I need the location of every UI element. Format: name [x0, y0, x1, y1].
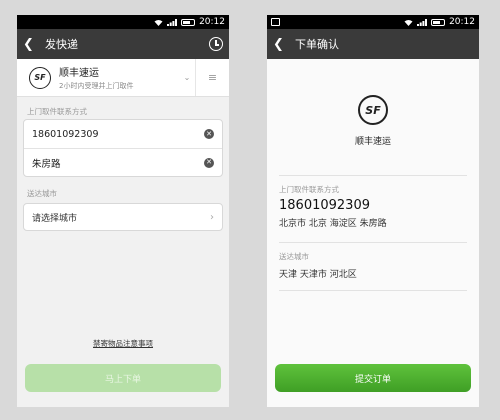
- courier-selector[interactable]: SF 顺丰速运 2小时内受理并上门取件 ⌄ ≡: [17, 59, 229, 97]
- page-title: 下单确认: [295, 38, 339, 51]
- status-bar: 20:12: [267, 15, 479, 29]
- address-field[interactable]: 朱房路 ✕: [24, 148, 222, 176]
- back-icon[interactable]: ❮: [23, 37, 37, 52]
- prohibited-items-link[interactable]: 禁寄物品注意事项: [17, 338, 229, 349]
- title-bar: ❮ 下单确认: [267, 29, 479, 59]
- divider: [279, 242, 467, 243]
- sf-logo-icon: SF: [29, 66, 51, 89]
- send-express-screen: 20:12 ❮ 发快递 SF 顺丰速运 2小时内受理并上门取件 ⌄ ≡ 上门取件…: [17, 15, 229, 407]
- courier-description: 2小时内受理并上门取件: [59, 82, 134, 90]
- page-title: 发快递: [45, 38, 78, 51]
- courier-name: 顺丰速运: [354, 137, 391, 147]
- sf-logo-icon: SF: [358, 95, 388, 125]
- confirm-pickup-address: 北京市 北京 海淀区 朱房路: [279, 219, 387, 229]
- city-placeholder: 请选择城市: [32, 213, 78, 224]
- signal-icon: [417, 18, 428, 26]
- confirm-phone: 18601092309: [279, 198, 370, 213]
- back-icon[interactable]: ❮: [273, 37, 287, 52]
- divider: [279, 290, 467, 291]
- clear-address-icon[interactable]: ✕: [204, 157, 214, 168]
- clear-phone-icon[interactable]: ✕: [204, 129, 214, 139]
- order-confirm-screen: 20:12 ❮ 下单确认 SF 顺丰速运 上门取件联系方式 1860109230…: [267, 15, 479, 407]
- status-bar: 20:12: [17, 15, 229, 29]
- status-time: 20:12: [449, 17, 475, 27]
- courier-info: 顺丰速运 2小时内受理并上门取件: [59, 64, 179, 91]
- phone-field[interactable]: 18601092309 ✕: [24, 120, 222, 148]
- pickup-label: 上门取件联系方式: [279, 185, 339, 194]
- wifi-icon: [404, 19, 413, 26]
- divider: [279, 175, 467, 176]
- history-clock-icon[interactable]: [209, 37, 223, 51]
- destination-section-label: 送达城市: [27, 189, 57, 198]
- pickup-input-group: 18601092309 ✕ 朱房路 ✕: [23, 119, 223, 177]
- chevron-down-icon[interactable]: ⌄: [179, 73, 195, 82]
- place-order-button[interactable]: 马上下单: [25, 364, 221, 392]
- phone-value: 18601092309: [32, 128, 99, 140]
- status-time: 20:12: [199, 17, 225, 27]
- image-notification-icon: [271, 18, 280, 26]
- city-select[interactable]: 请选择城市 ›: [23, 203, 223, 231]
- menu-icon[interactable]: ≡: [195, 59, 229, 96]
- confirm-destination: 天津 天津市 河北区: [279, 270, 357, 280]
- battery-icon: [431, 18, 446, 26]
- signal-icon: [167, 18, 178, 26]
- pickup-section-label: 上门取件联系方式: [27, 107, 87, 116]
- title-bar: ❮ 发快递: [17, 29, 229, 59]
- courier-name: 顺丰速运: [59, 68, 99, 79]
- chevron-right-icon: ›: [210, 211, 214, 223]
- destination-label: 送达城市: [279, 252, 309, 261]
- submit-order-button[interactable]: 提交订单: [275, 364, 471, 392]
- battery-icon: [181, 18, 196, 26]
- address-value: 朱房路: [32, 158, 61, 170]
- wifi-icon: [154, 19, 163, 26]
